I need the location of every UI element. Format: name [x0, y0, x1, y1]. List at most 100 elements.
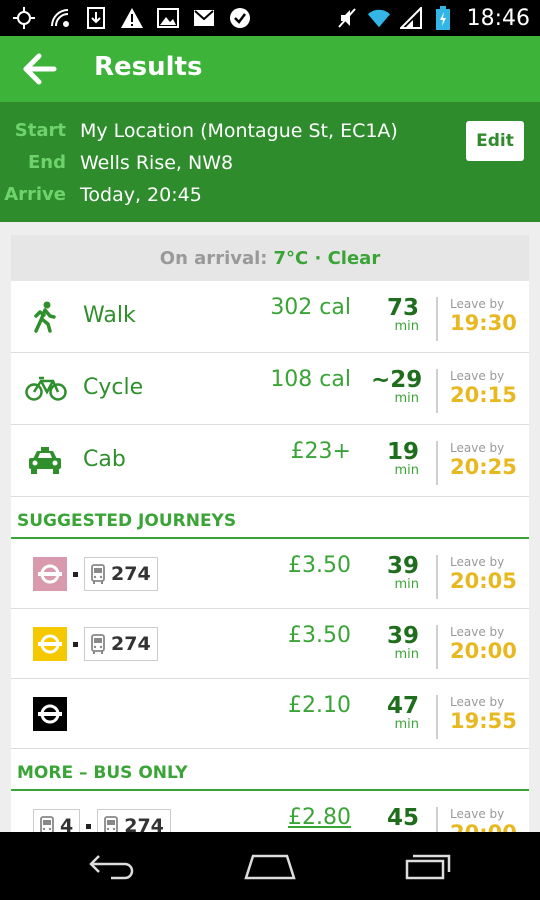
- bus-leg: 274: [84, 627, 158, 661]
- system-nav-bar: [0, 832, 540, 900]
- suggested-journeys-header: SUGGESTED JOURNEYS: [11, 497, 529, 539]
- leave-by-time: 20:05: [450, 569, 517, 593]
- duration-unit: min: [394, 391, 419, 406]
- start-label: Start: [14, 120, 66, 141]
- mode-row-cycle[interactable]: Cycle 108 cal ~29 min Leave by 20:15: [11, 353, 529, 425]
- leave-by-time: 20:15: [450, 383, 517, 407]
- duration-value: ~29: [371, 367, 423, 393]
- leave-by-label: Leave by: [450, 695, 505, 709]
- leave-by-time: 20:25: [450, 455, 517, 479]
- bus-number: 274: [111, 563, 151, 585]
- journey-legs: 274: [33, 627, 158, 661]
- bicycle-icon: [25, 371, 67, 407]
- journey-legs: 274: [33, 557, 158, 591]
- arrival-weather-value: 7°C · Clear: [273, 247, 381, 269]
- mode-detail: 108 cal: [270, 367, 351, 392]
- mode-detail: £23+: [290, 439, 351, 464]
- leave-by-time: 19:55: [450, 709, 517, 733]
- gps-icon: [12, 6, 36, 30]
- leave-bracket: [436, 807, 448, 832]
- journey-row[interactable]: £2.10 47 min Leave by 19:55: [11, 679, 529, 749]
- arrival-label: On arrival:: [159, 247, 268, 269]
- bus-icon: [40, 816, 54, 832]
- duration-value: 39: [386, 553, 419, 579]
- leave-by: Leave by 20:00: [436, 617, 526, 673]
- back-arrow-icon[interactable]: [22, 52, 58, 86]
- duration-unit: min: [394, 319, 419, 334]
- leave-by-label: Leave by: [450, 297, 505, 311]
- duration-unit: min: [394, 717, 419, 732]
- bus-number: 274: [111, 633, 151, 655]
- section-title: MORE – BUS ONLY: [17, 763, 188, 783]
- leave-by: Leave by 19:30: [436, 289, 526, 345]
- leg-separator: [73, 641, 78, 647]
- leave-by-label: Leave by: [450, 625, 505, 639]
- page-title: Results: [94, 52, 203, 82]
- bus-leg: 274: [84, 557, 158, 591]
- mode-row-cab[interactable]: Cab £23+ 19 min Leave by 20:25: [11, 425, 529, 497]
- tube-roundel-icon: [33, 627, 67, 661]
- signal-icon: [399, 6, 423, 30]
- leave-by: Leave by 20:15: [436, 361, 526, 417]
- duration-value: 19: [386, 439, 419, 465]
- mode-name: Cab: [83, 447, 126, 472]
- mute-icon: [335, 6, 359, 30]
- leave-bracket: [436, 441, 448, 485]
- mode-name: Cycle: [83, 375, 144, 400]
- start-value: My Location (Montague St, EC1A): [80, 120, 398, 142]
- journey-legs: 4 274: [33, 809, 171, 832]
- arrival-weather: On arrival: 7°C · Clear: [11, 235, 529, 281]
- section-title: SUGGESTED JOURNEYS: [17, 511, 237, 531]
- bus-icon: [91, 564, 105, 584]
- tube-roundel-icon: [33, 557, 67, 591]
- wifi-icon: [367, 6, 391, 30]
- leave-by-label: Leave by: [450, 369, 505, 383]
- end-label: End: [28, 152, 66, 173]
- battery-charging-icon: [431, 6, 455, 30]
- taxi-icon: [27, 443, 63, 479]
- journey-summary: Start My Location (Montague St, EC1A) En…: [0, 102, 540, 222]
- journey-legs: [33, 697, 67, 731]
- duration: 73 min: [371, 295, 419, 333]
- duration-value: 45: [386, 805, 419, 831]
- bus-icon: [91, 634, 105, 654]
- journey-row[interactable]: 274 £3.50 39 min Leave by 20:05: [11, 539, 529, 609]
- mode-row-walk[interactable]: Walk 302 cal 73 min Leave by 19:30: [11, 281, 529, 353]
- leave-by-label: Leave by: [450, 441, 505, 455]
- duration-value: 47: [386, 693, 419, 719]
- journey-price: £3.50: [288, 553, 351, 578]
- bus-icon: [104, 816, 119, 832]
- duration: ~29 min: [371, 367, 423, 406]
- journey-row[interactable]: 274 £3.50 39 min Leave by 20:00: [11, 609, 529, 679]
- leg-separator: [86, 823, 92, 829]
- edit-button[interactable]: Edit: [466, 121, 524, 161]
- home-nav-icon[interactable]: [242, 848, 298, 884]
- duration: 39 min: [371, 623, 419, 661]
- end-value: Wells Rise, NW8: [80, 152, 234, 174]
- duration-value: 73: [386, 295, 419, 321]
- leave-by-label: Leave by: [450, 555, 505, 569]
- leave-bracket: [436, 695, 448, 739]
- bus-number: 4: [60, 815, 74, 832]
- back-nav-icon[interactable]: [84, 848, 140, 884]
- warning-icon: [120, 6, 144, 30]
- bus-only-header: MORE – BUS ONLY: [11, 749, 529, 791]
- duration-unit: min: [394, 463, 419, 478]
- gmail-icon: [192, 6, 216, 30]
- leave-by-label: Leave by: [450, 807, 505, 821]
- recent-apps-icon[interactable]: [400, 848, 456, 884]
- leave-bracket: [436, 555, 448, 599]
- download-icon: [84, 6, 108, 30]
- journey-price: £2.80: [288, 805, 351, 830]
- app-bar: Results: [0, 36, 540, 102]
- journey-row[interactable]: 4 274 £2.80 45 Leave by 20:00: [11, 791, 529, 832]
- tube-roundel-icon: [33, 697, 67, 731]
- duration-value: 39: [386, 623, 419, 649]
- leave-bracket: [436, 297, 448, 341]
- duration: 19 min: [371, 439, 419, 477]
- mode-detail: 302 cal: [270, 295, 351, 320]
- leave-by: Leave by 20:25: [436, 433, 526, 489]
- status-bar: 18:46: [0, 0, 540, 36]
- leave-by-time: 20:00: [450, 639, 517, 663]
- leave-by-time: 19:30: [450, 311, 517, 335]
